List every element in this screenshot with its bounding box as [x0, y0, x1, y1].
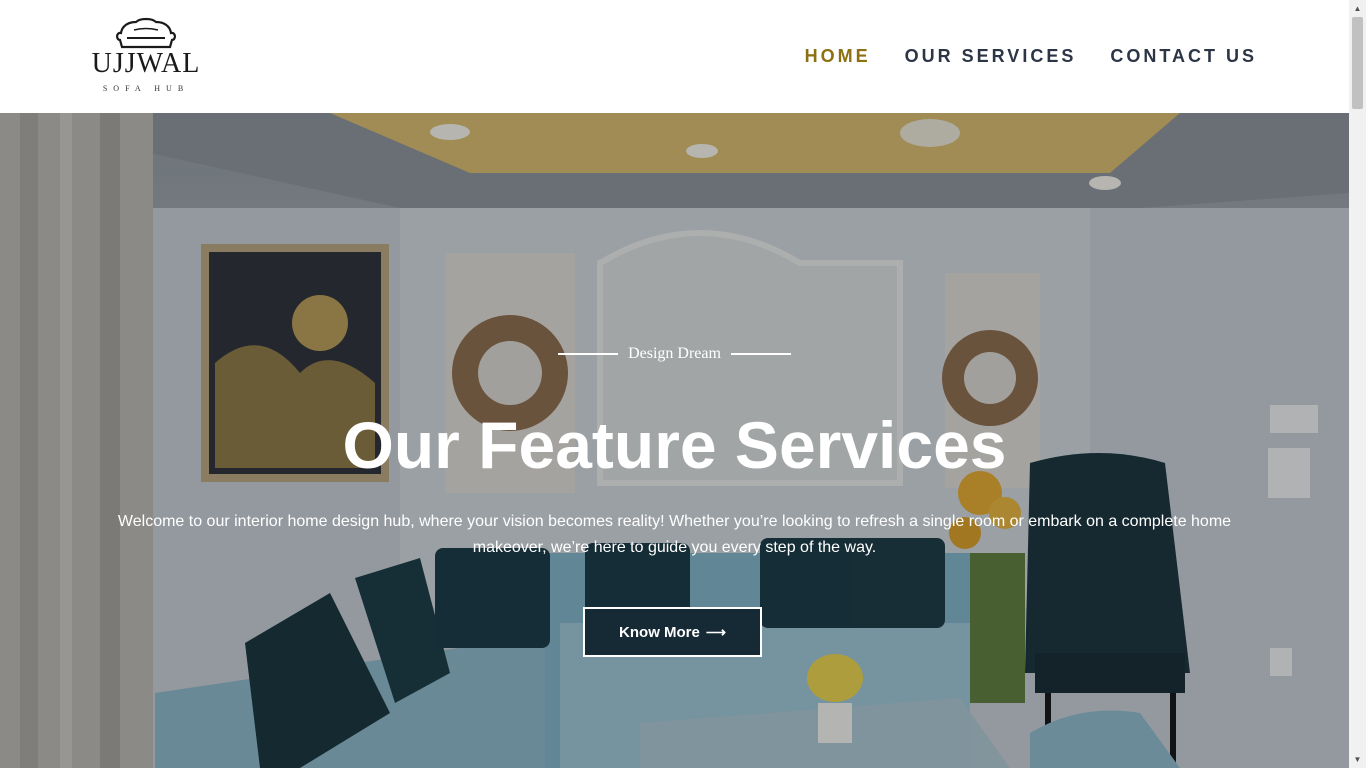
hero-eyebrow: Design Dream [0, 343, 1349, 365]
sofa-logo-icon [116, 17, 176, 49]
page: UJJWAL SOFA HUB HOME OUR SERVICES CONTAC… [0, 0, 1349, 768]
hero-description: Welcome to our interior home design hub,… [117, 513, 1232, 556]
know-more-button-label: Know More [619, 623, 700, 641]
know-more-button[interactable]: Know More ⟶ [583, 607, 762, 657]
site-logo[interactable]: UJJWAL SOFA HUB [82, 16, 210, 98]
arrow-right-icon: ⟶ [705, 623, 726, 640]
logo-wordmark: UJJWAL [91, 48, 201, 79]
main-navigation: HOME OUR SERVICES CONTACT US [805, 44, 1257, 68]
site-header: UJJWAL SOFA HUB HOME OUR SERVICES CONTAC… [0, 0, 1349, 113]
eyebrow-right-divider [730, 353, 791, 356]
nav-item-contact-us[interactable]: CONTACT US [1110, 44, 1257, 68]
scroll-down-arrow-icon[interactable]: ▼ [1349, 751, 1366, 768]
nav-item-home[interactable]: HOME [805, 44, 871, 68]
scrollbar-thumb[interactable] [1352, 17, 1363, 109]
hero-section: Design Dream Our Feature Services Welcom… [0, 113, 1349, 768]
hero-title: Our Feature Services [342, 408, 1007, 482]
vertical-scrollbar[interactable]: ▲ ▼ [1349, 0, 1366, 768]
hero-eyebrow-text: Design Dream [628, 345, 721, 362]
logo-tagline: SOFA HUB [102, 84, 190, 93]
eyebrow-left-divider [558, 353, 619, 356]
nav-item-our-services[interactable]: OUR SERVICES [905, 44, 1077, 68]
scroll-up-arrow-icon[interactable]: ▲ [1349, 0, 1366, 17]
